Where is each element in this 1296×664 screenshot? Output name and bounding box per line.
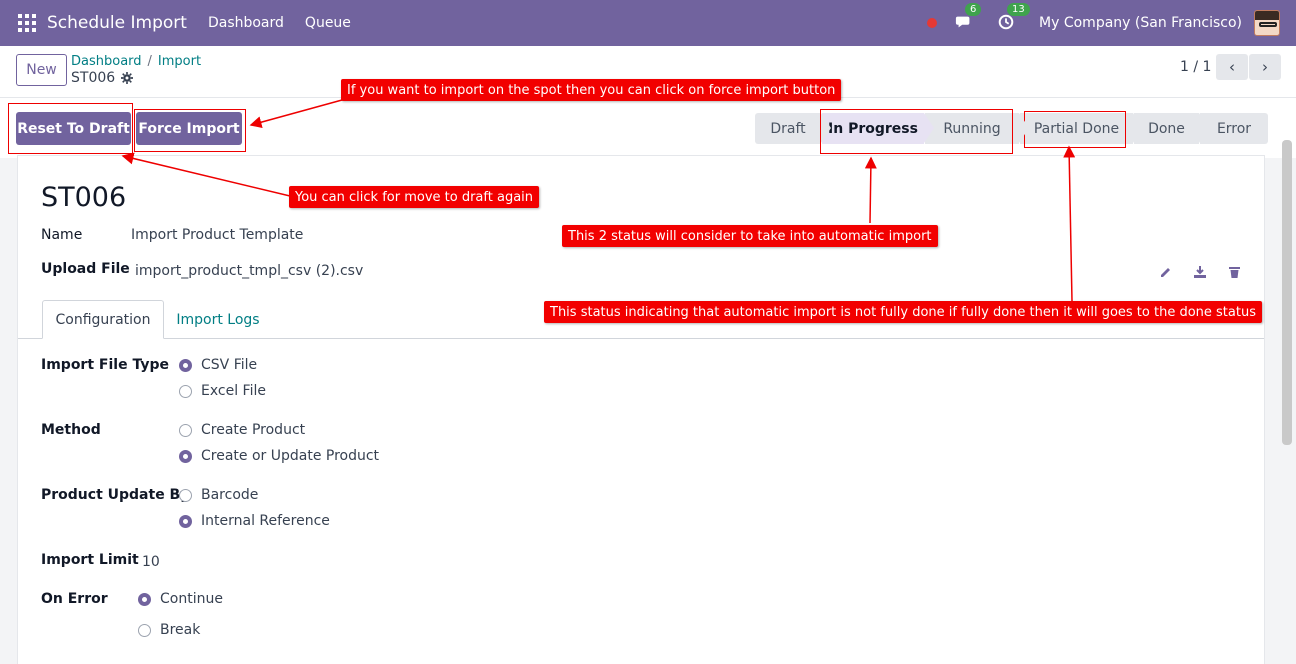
callout-status-consider: This 2 status will consider to take into…	[562, 225, 938, 247]
chevron-right-icon: ›	[1262, 58, 1268, 76]
record-name: ST006	[71, 70, 116, 86]
callout-force-import: If you want to import on the spot then y…	[341, 79, 842, 101]
recording-indicator-icon[interactable]	[927, 18, 938, 28]
radio-excel-file[interactable]: Excel File	[179, 383, 266, 399]
user-avatar[interactable]	[1254, 10, 1280, 36]
pager-next-button[interactable]: ›	[1249, 54, 1281, 80]
radio-continue[interactable]: Continue	[138, 591, 223, 607]
edit-pencil-icon[interactable]	[1149, 264, 1183, 280]
activity-badge: 13	[1007, 3, 1030, 16]
pager-previous-button[interactable]: ‹	[1216, 54, 1248, 80]
new-button[interactable]: New	[16, 54, 67, 86]
page-scrollbar[interactable]	[1282, 140, 1292, 445]
chat-badge: 6	[965, 3, 982, 16]
gear-icon[interactable]	[121, 72, 134, 84]
top-navbar: Schedule Import Dashboard Queue 6 13 My …	[0, 0, 1296, 46]
tab-configuration[interactable]: Configuration	[42, 300, 164, 339]
nav-dashboard[interactable]: Dashboard	[208, 15, 284, 31]
record-breadcrumb: ST006	[71, 70, 134, 86]
file-actions	[1149, 264, 1251, 280]
nav-queue[interactable]: Queue	[305, 15, 351, 31]
radio-create-product[interactable]: Create Product	[179, 422, 305, 438]
radio-barcode[interactable]: Barcode	[179, 487, 258, 503]
radio-internal-reference[interactable]: Internal Reference	[179, 513, 330, 529]
tab-import-logs[interactable]: Import Logs	[168, 300, 268, 339]
trash-icon[interactable]	[1217, 264, 1251, 280]
upload-file-label: Upload File	[41, 261, 130, 277]
highlight-partial-done	[1024, 111, 1126, 148]
name-field[interactable]: Import Product Template	[131, 227, 303, 243]
radio-break[interactable]: Break	[138, 622, 200, 638]
chat-icon[interactable]: 6	[955, 3, 982, 33]
product-update-by-label: Product Update By	[41, 487, 190, 503]
stage-done[interactable]: Done	[1134, 113, 1209, 144]
radio-csv-file[interactable]: CSV File	[179, 357, 257, 373]
on-error-label: On Error	[41, 591, 108, 607]
stage-error[interactable]: Error	[1200, 113, 1268, 144]
app-title[interactable]: Schedule Import	[47, 13, 187, 33]
name-label: Name	[41, 227, 83, 243]
app-menu-icon[interactable]	[18, 14, 36, 32]
import-file-type-label: Import File Type	[41, 357, 169, 373]
activity-clock-icon[interactable]: 13	[997, 3, 1030, 33]
method-label: Method	[41, 422, 101, 438]
highlight-force-button	[134, 109, 246, 152]
radio-create-or-update-product[interactable]: Create or Update Product	[179, 448, 379, 464]
pager-value[interactable]: 1 / 1	[1180, 59, 1211, 75]
breadcrumb-dashboard[interactable]: Dashboard	[71, 54, 142, 69]
highlight-progress-running	[820, 109, 1013, 154]
callout-move-to-draft: You can click for move to draft again	[289, 186, 540, 208]
import-limit-field[interactable]: 10	[142, 554, 160, 570]
breadcrumb-import[interactable]: Import	[158, 54, 201, 69]
import-limit-label: Import Limit	[41, 552, 139, 568]
chevron-left-icon: ‹	[1229, 58, 1235, 76]
highlight-reset-button	[8, 103, 133, 154]
breadcrumb: Dashboard / Import	[71, 54, 202, 69]
stage-draft[interactable]: Draft	[755, 113, 831, 144]
upload-file-name[interactable]: import_product_tmpl_csv (2).csv	[135, 263, 363, 279]
record-title[interactable]: ST006	[41, 182, 126, 213]
download-icon[interactable]	[1183, 264, 1217, 280]
callout-partial-done: This status indicating that automatic im…	[544, 301, 1262, 323]
company-switcher[interactable]: My Company (San Francisco)	[1039, 15, 1242, 31]
